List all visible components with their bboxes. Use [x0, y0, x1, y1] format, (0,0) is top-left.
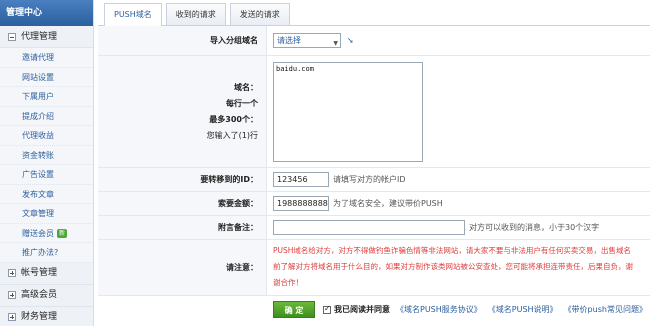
tab-bar: PUSH域名 收到的请求 发送的请求 — [98, 0, 650, 26]
row-note: 附言备注： 对方可以收到的消息，小于30个汉字 — [98, 216, 650, 240]
domain-count: 您输入了(1)行 — [206, 130, 258, 140]
sidebar-item-publish-article[interactable]: 发布文章 — [0, 185, 93, 204]
sidebar-header: 管理中心 — [0, 0, 93, 26]
sidebar-item-article-manage[interactable]: 文章管理 — [0, 204, 93, 224]
amount-label: 索要金额： — [98, 192, 267, 215]
collapse-icon[interactable] — [8, 32, 16, 41]
service-agreement-link[interactable]: 《域名PUSH服务协议》 — [396, 304, 482, 315]
sidebar-group-account[interactable]: 帐号管理 — [0, 262, 93, 285]
sidebar-item-transfer[interactable]: 资金转账 — [0, 146, 93, 165]
notice-text: 前了解对方将域名用于什么目的，如果对方制作该类网站被公安查处，您可能将承担连带责… — [273, 262, 633, 271]
amount-hint: 为了域名安全，建议带价PUSH — [333, 199, 443, 208]
sidebar-group-agent[interactable]: 代理管理 — [0, 26, 93, 48]
expand-icon[interactable] — [8, 313, 16, 321]
sidebar-item-commission[interactable]: 提成介绍 — [0, 107, 93, 126]
target-id-input[interactable]: 123456 — [273, 172, 329, 187]
chevron-down-icon: ▼ — [333, 40, 338, 47]
sidebar-group-vip[interactable]: 高级会员 — [0, 284, 93, 307]
priced-push-faq-link[interactable]: 《带价push常见问题》 — [564, 304, 647, 315]
row-amount: 索要金额： 1988888888 为了域名安全，建议带价PUSH — [98, 192, 650, 216]
target-id-label: 要转移到的ID： — [98, 168, 267, 191]
sidebar-group-finance[interactable]: 财务管理 — [0, 306, 93, 326]
target-id-hint: 请填写对方的帐户ID — [333, 175, 406, 184]
note-hint: 对方可以收到的消息，小于30个汉字 — [469, 223, 600, 232]
domain-textarea[interactable]: baidu.com — [273, 62, 423, 162]
notice-text: 谢合作！ — [273, 278, 303, 287]
confirm-button[interactable]: 确 定 — [273, 301, 315, 318]
expand-icon[interactable] — [8, 269, 16, 277]
tab-push-domain[interactable]: PUSH域名 — [104, 3, 162, 26]
notice-text: PUSH域名给对方，对方不得做钓鱼诈骗色情等非法网站，请大家不要与非法用户有任何… — [273, 246, 631, 255]
sidebar: 管理中心 代理管理 邀请代理 网站设置 下属用户 提成介绍 代理收益 资金转账 … — [0, 0, 94, 326]
group-select-value: 请选择 — [277, 36, 301, 45]
note-label: 附言备注： — [98, 216, 267, 239]
sidebar-item-invite[interactable]: 邀请代理 — [0, 48, 93, 68]
notice-label: 请注意： — [98, 240, 267, 295]
sidebar-group-label: 财务管理 — [21, 312, 58, 322]
expand-icon[interactable] — [8, 291, 16, 299]
sidebar-group-label: 帐号管理 — [21, 268, 58, 278]
domain-label-line: 每行一个 — [226, 98, 258, 108]
row-group: 导入分组域名 请选择 ▼ ➘ — [98, 26, 650, 56]
sidebar-item-label: 赠送会员 — [22, 228, 54, 238]
import-arrow-icon[interactable]: ➘ — [347, 36, 354, 45]
agree-label: 我已阅读并同意 — [334, 305, 390, 314]
domain-label-line: 域名： — [234, 82, 258, 92]
new-badge: 新 — [57, 228, 68, 238]
group-select[interactable]: 请选择 ▼ — [273, 33, 341, 48]
agree-checkbox[interactable] — [323, 304, 331, 314]
row-domains: 域名： 每行一个 最多300个： 您输入了(1)行 baidu.com — [98, 56, 650, 168]
sidebar-item-site-settings[interactable]: 网站设置 — [0, 68, 93, 87]
sidebar-item-promotion[interactable]: 推广办法? — [0, 243, 93, 263]
sidebar-group-label: 高级会员 — [21, 290, 58, 300]
note-input[interactable] — [273, 220, 465, 235]
sidebar-item-gift-member[interactable]: 赠送会员新 — [0, 224, 93, 243]
group-label: 导入分组域名 — [98, 26, 267, 55]
row-submit: 确 定 我已阅读并同意 《域名PUSH服务协议》 《域名PUSH说明》 《带价p… — [98, 296, 650, 323]
push-guide-link[interactable]: 《域名PUSH说明》 — [488, 304, 558, 315]
sidebar-group-label: 代理管理 — [21, 31, 58, 42]
push-form: 导入分组域名 请选择 ▼ ➘ 域名： 每行一个 最多300个： 您输入了(1)行… — [98, 26, 650, 323]
tab-received-requests[interactable]: 收到的请求 — [165, 3, 226, 25]
domain-label-line: 最多300个： — [209, 114, 258, 124]
row-notice: 请注意： PUSH域名给对方，对方不得做钓鱼诈骗色情等非法网站，请大家不要与非法… — [98, 240, 650, 296]
tab-sent-requests[interactable]: 发送的请求 — [229, 3, 290, 25]
row-target-id: 要转移到的ID： 123456 请填写对方的帐户ID — [98, 168, 650, 192]
sidebar-item-ad-settings[interactable]: 广告设置 — [0, 165, 93, 185]
sidebar-item-sub-users[interactable]: 下属用户 — [0, 87, 93, 107]
amount-input[interactable]: 1988888888 — [273, 196, 329, 211]
main-content: PUSH域名 收到的请求 发送的请求 导入分组域名 请选择 ▼ ➘ 域名： 每行… — [98, 0, 650, 326]
domain-label: 域名： 每行一个 最多300个： 您输入了(1)行 — [98, 56, 267, 167]
sidebar-item-agent-income[interactable]: 代理收益 — [0, 126, 93, 146]
